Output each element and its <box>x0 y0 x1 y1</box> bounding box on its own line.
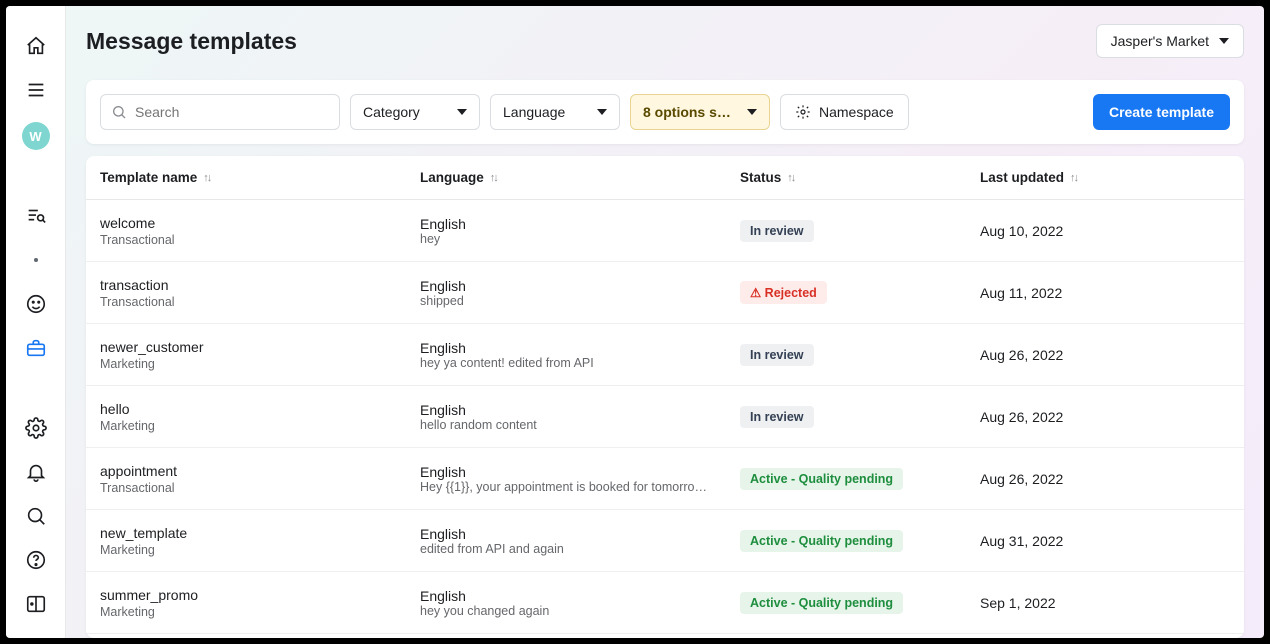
template-name: summer_promo <box>100 586 420 605</box>
table-row[interactable]: appointmentTransactionalEnglishHey {{1}}… <box>86 448 1244 510</box>
col-language[interactable]: Language↑↓ <box>420 170 740 185</box>
template-name: newer_customer <box>100 338 420 357</box>
status-badge: Active - Quality pending <box>740 592 903 614</box>
table-row[interactable]: helloMarketingEnglishhello random conten… <box>86 386 1244 448</box>
toolbox-icon[interactable] <box>16 328 56 368</box>
status-badge: In review <box>740 406 814 428</box>
template-category: Transactional <box>100 233 420 247</box>
template-category: Marketing <box>100 543 420 557</box>
sort-icon: ↑↓ <box>490 172 497 184</box>
table-row[interactable]: summer_promoMarketingEnglishhey you chan… <box>86 572 1244 634</box>
status-badge: ⚠ Rejected <box>740 281 827 304</box>
template-language: English <box>420 402 740 418</box>
template-name: welcome <box>100 214 420 233</box>
template-language: English <box>420 340 740 356</box>
create-template-button[interactable]: Create template <box>1093 94 1230 130</box>
language-filter[interactable]: Language <box>490 94 620 130</box>
status-filter[interactable]: 8 options sele… <box>630 94 770 130</box>
template-category: Marketing <box>100 357 420 371</box>
dashboard-icon[interactable] <box>16 284 56 324</box>
workspace-name: Jasper's Market <box>1111 33 1209 49</box>
template-preview: shipped <box>420 294 710 308</box>
status-badge: In review <box>740 344 814 366</box>
home-icon[interactable] <box>16 26 56 66</box>
workspace-selector[interactable]: Jasper's Market <box>1096 24 1244 58</box>
last-updated: Aug 31, 2022 <box>980 533 1230 549</box>
template-category: Transactional <box>100 295 420 309</box>
template-name: new_template <box>100 524 420 543</box>
template-name: transaction <box>100 276 420 295</box>
chevron-down-icon <box>597 109 607 115</box>
template-language: English <box>420 464 740 480</box>
last-updated: Aug 26, 2022 <box>980 347 1230 363</box>
template-language: English <box>420 278 740 294</box>
table-row[interactable]: transactionTransactionalEnglishshipped ⚠ … <box>86 262 1244 324</box>
table-row[interactable]: welcomeTransactionalEnglishhey In review A… <box>86 200 1244 262</box>
template-preview: hey you changed again <box>420 604 710 618</box>
separator-dot <box>34 258 38 262</box>
last-updated: Aug 11, 2022 <box>980 285 1230 301</box>
template-language: English <box>420 216 740 232</box>
help-icon[interactable] <box>16 540 56 580</box>
search-icon[interactable] <box>16 496 56 536</box>
list-search-icon[interactable] <box>16 196 56 236</box>
category-filter[interactable]: Category <box>350 94 480 130</box>
chevron-down-icon <box>1219 38 1229 44</box>
last-updated: Sep 1, 2022 <box>980 595 1230 611</box>
avatar[interactable]: W <box>22 122 50 150</box>
hamburger-icon[interactable] <box>16 70 56 110</box>
col-last-updated[interactable]: Last updated↑↓ <box>980 170 1230 185</box>
last-updated: Aug 10, 2022 <box>980 223 1230 239</box>
last-updated: Aug 26, 2022 <box>980 409 1230 425</box>
page-title: Message templates <box>86 28 297 55</box>
status-badge: In review <box>740 220 814 242</box>
settings-icon[interactable] <box>16 408 56 448</box>
template-language: English <box>420 526 740 542</box>
search-input-wrapper[interactable] <box>100 94 340 130</box>
template-category: Marketing <box>100 605 420 619</box>
chevron-down-icon <box>457 109 467 115</box>
template-language: English <box>420 588 740 604</box>
sort-icon: ↑↓ <box>203 172 210 184</box>
template-category: Transactional <box>100 481 420 495</box>
sort-icon: ↑↓ <box>1070 172 1077 184</box>
table-row[interactable]: newer_customerMarketingEnglishhey ya con… <box>86 324 1244 386</box>
table-row[interactable]: new_templateMarketingEnglishedited from … <box>86 510 1244 572</box>
template-preview: hey <box>420 232 710 246</box>
template-preview: hello random content <box>420 418 710 432</box>
sort-icon: ↑↓ <box>787 172 794 184</box>
search-icon <box>111 104 127 120</box>
template-preview: hey ya content! edited from API <box>420 356 710 370</box>
chevron-down-icon <box>747 109 757 115</box>
template-preview: Hey {{1}}, your appointment is booked fo… <box>420 480 710 494</box>
template-name: hello <box>100 400 420 419</box>
template-category: Marketing <box>100 419 420 433</box>
gear-icon <box>795 104 811 120</box>
last-updated: Aug 26, 2022 <box>980 471 1230 487</box>
col-template-name[interactable]: Template name↑↓ <box>100 170 420 185</box>
bell-icon[interactable] <box>16 452 56 492</box>
template-preview: edited from API and again <box>420 542 710 556</box>
panel-icon[interactable] <box>16 584 56 624</box>
search-input[interactable] <box>135 104 329 120</box>
col-status[interactable]: Status↑↓ <box>740 170 980 185</box>
namespace-button[interactable]: Namespace <box>780 94 909 130</box>
template-name: appointment <box>100 462 420 481</box>
sidebar-nav: W <box>6 6 66 638</box>
status-badge: Active - Quality pending <box>740 468 903 490</box>
status-badge: Active - Quality pending <box>740 530 903 552</box>
